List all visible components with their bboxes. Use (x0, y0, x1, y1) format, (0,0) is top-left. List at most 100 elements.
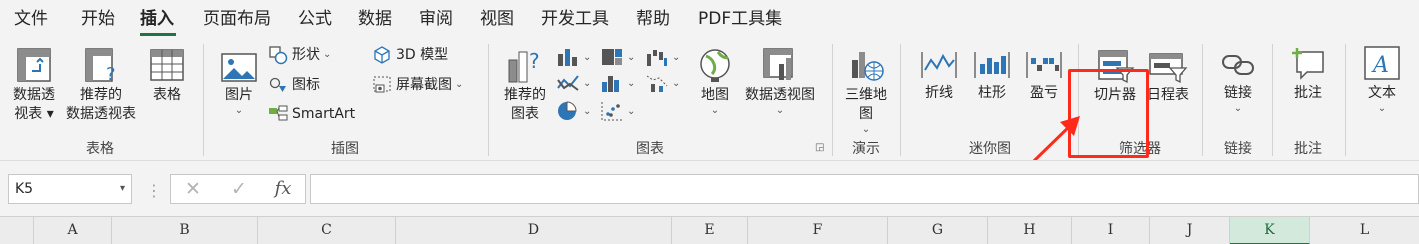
column-header-b[interactable]: B (112, 217, 258, 244)
shapes-button[interactable]: 形状 ⌄ (268, 44, 331, 66)
pivot-chart-icon (763, 48, 793, 80)
column-header-c[interactable]: C (258, 217, 396, 244)
cancel-icon[interactable]: ✕ (181, 178, 205, 200)
column-header-k[interactable]: K (1230, 217, 1310, 244)
formula-input[interactable] (310, 174, 1419, 204)
tab-data[interactable]: 数据 (358, 8, 392, 32)
column-header-e[interactable]: E (672, 217, 748, 244)
pivot-table-icon (17, 48, 51, 82)
pivot-chart-button[interactable]: 数据透视图 ⌄ (740, 46, 820, 117)
pie-chart-button[interactable]: ⌄ (556, 98, 591, 124)
sparkline-line-button[interactable]: 折线 (915, 48, 963, 103)
hierarchy-chart-icon (602, 49, 622, 65)
insert-function-icon[interactable]: fx (271, 178, 295, 199)
chevron-down-icon: ⌄ (672, 77, 681, 89)
3d-map-button[interactable]: 三维地 图 ⌄ (840, 46, 892, 136)
3d-models-button[interactable]: 3D 模型 (372, 44, 448, 66)
text-button[interactable]: A 文本 ⌄ (1357, 44, 1407, 115)
pictures-button[interactable]: 图片 ⌄ (218, 52, 260, 117)
select-all-corner[interactable] (0, 217, 34, 244)
column-header-g[interactable]: G (888, 217, 988, 244)
column-header-h[interactable]: H (988, 217, 1072, 244)
formula-buttons: ✕ ✓ fx (170, 174, 306, 204)
icons-icon (269, 77, 286, 92)
icons-button[interactable]: 图标 (268, 74, 320, 96)
scatter-chart-button[interactable]: ⌄ (600, 98, 635, 124)
table-button[interactable]: 表格 (146, 46, 188, 105)
chevron-down-icon: ⌄ (775, 105, 785, 116)
line-chart-button[interactable]: ⌄ (556, 70, 591, 96)
pivot-table-button[interactable]: 数据透 视表 ▾ (8, 46, 60, 124)
link-button[interactable]: 链接 ⌄ (1214, 48, 1262, 115)
column-chart-button[interactable]: ⌄ (556, 44, 591, 70)
screenshot-button[interactable]: 屏幕截图 ⌄ (372, 74, 463, 96)
3d-models-label: 3D 模型 (396, 47, 449, 63)
comment-label: 批注 (1294, 85, 1322, 101)
line-chart-icon (557, 75, 579, 91)
chevron-down-icon: ⌄ (1233, 103, 1243, 114)
group-label-charts: 图表 (636, 141, 664, 157)
smartart-button[interactable]: SmartArt (268, 103, 355, 125)
pie-chart-icon (558, 101, 577, 120)
tab-page-layout[interactable]: 页面布局 (203, 8, 271, 32)
hierarchy-chart-button[interactable]: ⌄ (600, 44, 635, 70)
column-header-i[interactable]: I (1072, 217, 1150, 244)
svg-text:?: ? (106, 64, 116, 84)
maps-button[interactable]: 地图 ⌄ (694, 46, 736, 117)
tab-pdf-tools[interactable]: PDF工具集 (698, 8, 782, 32)
sparkline-column-button[interactable]: 柱形 (968, 48, 1016, 103)
tab-developer[interactable]: 开发工具 (541, 8, 609, 32)
group-label-tours: 演示 (852, 141, 880, 157)
text-label: 文本 (1368, 85, 1396, 101)
pivot-chart-label: 数据透视图 (745, 87, 815, 103)
dialog-launcher-icon[interactable]: ◲ (815, 142, 824, 153)
tab-home[interactable]: 开始 (81, 8, 115, 32)
formula-bar-splitter[interactable]: ⋮ (146, 181, 162, 200)
tab-file[interactable]: 文件 (14, 8, 48, 32)
group-divider (203, 44, 204, 156)
statistic-chart-button[interactable]: ⌄ (600, 70, 635, 96)
comment-button[interactable]: 批注 (1284, 46, 1332, 103)
combo-chart-icon (646, 75, 668, 92)
sparkline-win-loss-icon (1026, 52, 1062, 78)
chevron-down-icon: ⌄ (1377, 103, 1387, 114)
tab-review[interactable]: 审阅 (419, 8, 453, 32)
tab-formulas[interactable]: 公式 (298, 8, 332, 32)
column-header-f[interactable]: F (748, 217, 888, 244)
screenshot-icon (373, 76, 391, 93)
chevron-down-icon: ⌄ (455, 79, 464, 90)
maps-label: 地图 (701, 87, 729, 103)
timeline-label: 日程表 (1147, 87, 1189, 103)
group-divider (1202, 44, 1203, 156)
tab-view[interactable]: 视图 (480, 8, 514, 32)
recommended-pivot-label-line1: 推荐的 (80, 87, 122, 103)
column-header-l[interactable]: L (1310, 217, 1419, 244)
column-headers: A B C D E F G H I J K L (0, 216, 1419, 244)
column-header-a[interactable]: A (34, 217, 112, 244)
group-divider (1345, 44, 1346, 156)
chevron-down-icon: ⌄ (323, 49, 332, 60)
tab-insert[interactable]: 插入 (140, 8, 174, 32)
column-header-d[interactable]: D (396, 217, 672, 244)
timeline-button[interactable]: 日程表 (1144, 48, 1192, 105)
group-label-tables: 表格 (86, 141, 114, 157)
link-icon (1222, 55, 1254, 75)
ribbon: 数据透 视表 ▾ ? 推荐的 数据透视表 表格 表格 图片 ⌄ 形状 ⌄ 图标 … (0, 38, 1419, 160)
combo-chart-button[interactable]: ⌄ (645, 70, 680, 96)
recommended-pivot-button[interactable]: ? 推荐的 数据透视表 (62, 46, 140, 124)
text-box-icon: A (1364, 46, 1400, 80)
svg-text:A: A (1371, 53, 1389, 78)
enter-icon[interactable]: ✓ (227, 178, 251, 200)
sparkline-win-loss-label: 盈亏 (1030, 85, 1058, 101)
column-header-j[interactable]: J (1150, 217, 1230, 244)
waterfall-chart-button[interactable]: ⌄ (645, 44, 680, 70)
smartart-label: SmartArt (292, 106, 356, 122)
chevron-down-icon[interactable]: ▾ (120, 175, 125, 203)
recommended-charts-button[interactable]: ? 推荐的 图表 (498, 46, 552, 124)
group-label-links: 链接 (1224, 141, 1252, 157)
tab-help[interactable]: 帮助 (636, 8, 670, 32)
recommended-charts-icon: ? (508, 49, 540, 83)
link-label: 链接 (1224, 85, 1252, 101)
name-box[interactable]: K5 ▾ (8, 174, 132, 204)
sparkline-win-loss-button[interactable]: 盈亏 (1020, 48, 1068, 103)
